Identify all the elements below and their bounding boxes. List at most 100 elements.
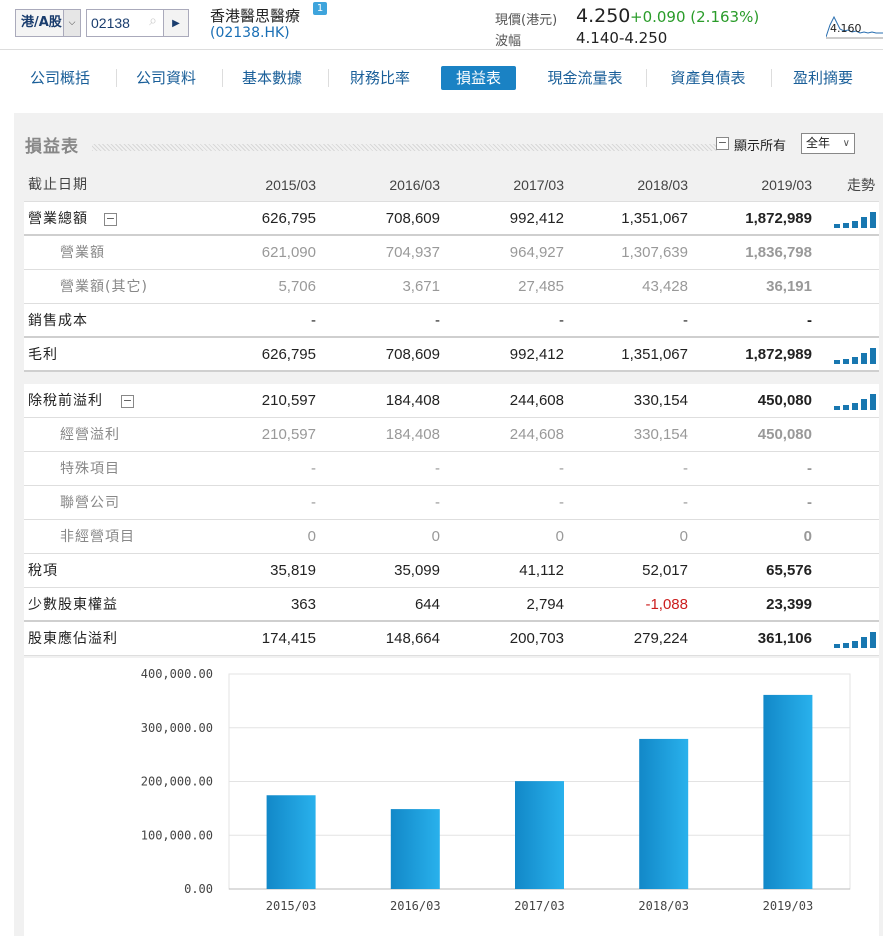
show-all-label[interactable]: 顯示所有 xyxy=(734,135,786,154)
tab-financial-ratios[interactable]: 財務比率 xyxy=(338,66,422,90)
sparkline-bar xyxy=(870,348,876,364)
sparkline-bar xyxy=(861,399,867,410)
play-icon: ▶ xyxy=(172,17,180,29)
row-value: - xyxy=(683,494,688,511)
sparkline-bar xyxy=(852,221,858,228)
table-row: 股東應佔溢利 174,415 148,664 200,703 279,224 361,10… xyxy=(24,622,879,656)
period-select[interactable]: 全年 ∨ xyxy=(801,133,855,154)
row-value: 2,794 xyxy=(526,596,564,613)
sparkline-bar xyxy=(852,403,858,410)
table-row: 少數股東權益 363 644 2,794 -1,088 23,399 xyxy=(24,588,879,622)
trend-sparkline[interactable] xyxy=(834,631,878,648)
row-label: 銷售成本 xyxy=(28,313,88,329)
intraday-mini-chart[interactable]: 4.160 xyxy=(825,11,883,39)
table-row: 營業額(其它) 5,706 3,671 27,485 43,428 36,191 xyxy=(24,270,879,304)
tab-earnings-summary[interactable]: 盈利摘要 xyxy=(782,66,864,90)
price-value: 4.250 xyxy=(576,5,631,27)
company-badge[interactable]: 1 xyxy=(313,2,327,15)
sparkline-bar xyxy=(852,641,858,648)
company-name[interactable]: 香港醫思醫療 xyxy=(210,5,300,26)
table-header-year: 2018/03 xyxy=(637,177,688,193)
row-label: 非經營項目 xyxy=(60,529,135,545)
range-value: 4.140-4.250 xyxy=(576,29,668,47)
row-value: 0 xyxy=(679,528,688,545)
row-value: 992,412 xyxy=(509,210,564,227)
sparkline-bar xyxy=(834,360,840,364)
row-value: 1,307,639 xyxy=(621,244,688,261)
market-select[interactable]: 港/A股 ⌵ xyxy=(15,9,81,37)
row-value: 708,609 xyxy=(385,210,440,227)
row-label: 營業額(其它) xyxy=(60,279,148,295)
search-icon[interactable]: ⌕ xyxy=(149,13,157,29)
table-row: 毛利 626,795 708,609 992,412 1,351,067 1,872,98… xyxy=(24,338,879,372)
row-value: 279,224 xyxy=(633,630,688,647)
tab-balance-sheet[interactable]: 資產負債表 xyxy=(656,66,760,90)
row-value: 35,099 xyxy=(394,562,440,579)
row-value: 363 xyxy=(290,596,316,613)
row-value: 704,937 xyxy=(385,244,440,261)
collapse-all-icon[interactable]: − xyxy=(716,137,729,150)
collapse-row-icon[interactable]: − xyxy=(104,213,117,226)
tab-divider xyxy=(328,69,329,87)
row-value: -1,088 xyxy=(645,596,688,613)
row-value: - xyxy=(683,312,688,329)
row-value: 3,671 xyxy=(402,278,440,295)
table-header-row: 截止日期 2015/03 2016/03 2017/03 2018/03 2019/03 走… xyxy=(24,168,879,202)
sparkline-bar xyxy=(870,212,876,228)
bar-2016-03 xyxy=(390,809,440,889)
row-value: 1,836,798 xyxy=(745,244,812,261)
tab-divider xyxy=(646,69,647,87)
row-value: 5,706 xyxy=(278,278,316,295)
row-value: - xyxy=(435,494,440,511)
row-value: 52,017 xyxy=(642,562,688,579)
table-header-trend: 走勢 xyxy=(847,177,875,193)
tab-company-info[interactable]: 公司資料 xyxy=(126,66,206,90)
tab-cash-flow[interactable]: 現金流量表 xyxy=(536,66,634,90)
go-button[interactable]: ▶ xyxy=(163,9,189,37)
tab-income-statement[interactable]: 損益表 xyxy=(441,66,516,90)
report-tabs: 公司概括 公司資料 基本數據 財務比率 損益表 現金流量表 資產負債表 盈利摘要 xyxy=(0,60,883,96)
table-row: 除稅前溢利 − 210,597 184,408 244,608 330,154 450,08… xyxy=(24,384,879,418)
row-value: 621,090 xyxy=(261,244,316,261)
row-label: 毛利 xyxy=(28,347,58,363)
trend-sparkline[interactable] xyxy=(834,347,878,364)
bar-2018-03 xyxy=(639,738,689,889)
mini-chart-label: 4.160 xyxy=(830,22,862,35)
chevron-down-icon: ∨ xyxy=(842,138,850,149)
row-value: - xyxy=(807,494,812,511)
panel-title: 損益表 xyxy=(25,137,79,157)
row-value: 35,819 xyxy=(270,562,316,579)
row-value: 65,576 xyxy=(766,562,812,579)
row-value: 1,351,067 xyxy=(621,346,688,363)
row-value: 200,703 xyxy=(509,630,564,647)
row-value: 450,080 xyxy=(757,392,812,409)
x-tick-label: 2015/03 xyxy=(266,899,317,913)
trend-sparkline[interactable] xyxy=(834,393,878,410)
table-header-year: 2017/03 xyxy=(513,177,564,193)
stock-code-input[interactable] xyxy=(87,10,139,36)
row-value: 0 xyxy=(803,528,812,545)
row-value: - xyxy=(807,312,812,329)
sparkline-bar xyxy=(861,353,867,364)
collapse-row-icon[interactable]: − xyxy=(121,395,134,408)
row-value: 0 xyxy=(555,528,564,545)
chevron-down-icon[interactable]: ⌵ xyxy=(63,10,80,36)
row-value: 964,927 xyxy=(509,244,564,261)
x-tick-label: 2019/03 xyxy=(763,899,814,913)
tab-divider xyxy=(222,69,223,87)
stock-code-field[interactable]: ⌕ xyxy=(86,9,164,37)
table-row: 營業總額 − 626,795 708,609 992,412 1,351,067 1,872… xyxy=(24,202,879,236)
tab-company-overview[interactable]: 公司概括 xyxy=(20,66,100,90)
income-statement-panel: 損益表 − 顯示所有 全年 ∨ 截止日期 2015/03 2016/03 2017/0… xyxy=(14,113,883,936)
row-value: 184,408 xyxy=(385,426,440,443)
bar-2015-03 xyxy=(266,795,316,889)
tab-basic-data[interactable]: 基本數據 xyxy=(232,66,312,90)
row-value: - xyxy=(683,460,688,477)
market-select-label: 港/A股 xyxy=(21,15,62,30)
trend-sparkline[interactable] xyxy=(834,211,878,228)
top-bar: 港/A股 ⌵ ⌕ ▶ 香港醫思醫療 1 (02138.HK) 現價(港元) 4.… xyxy=(0,0,883,50)
profit-bar-chart: 0.00 100,000.00 200,000.00 300,000.00 400,00… xyxy=(24,658,879,936)
row-value: - xyxy=(311,460,316,477)
price-change: +0.090 (2.163%) xyxy=(630,8,760,26)
row-value: 708,609 xyxy=(385,346,440,363)
